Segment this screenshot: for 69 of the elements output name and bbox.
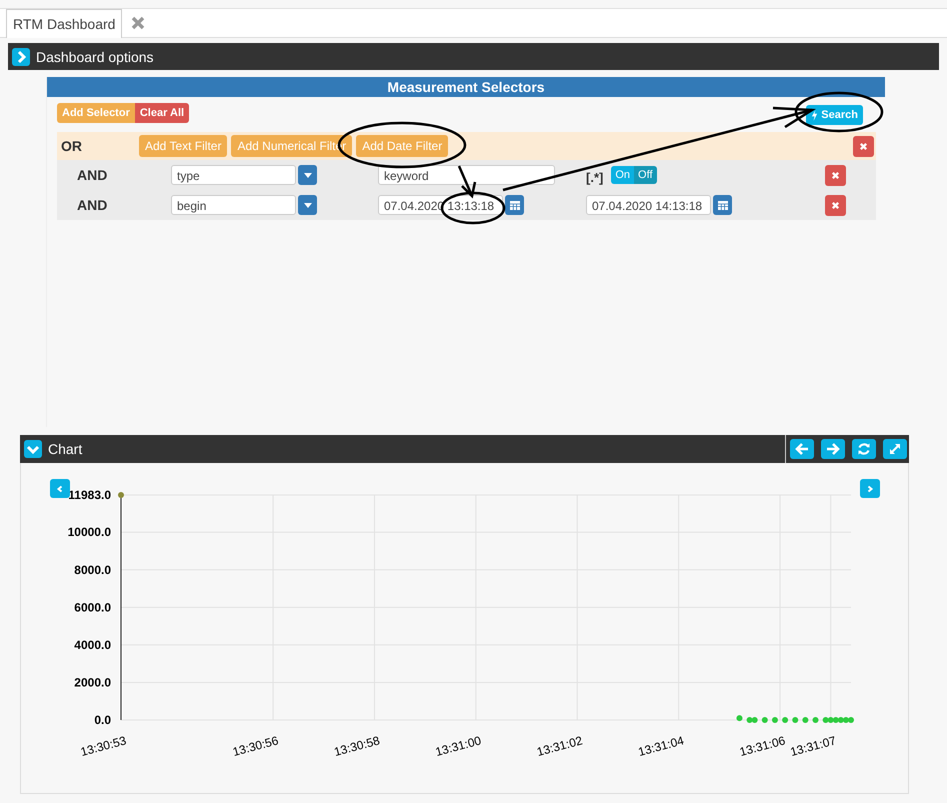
fullscreen-button[interactable] (883, 439, 907, 459)
y-tick-label: 2000.0 (74, 675, 111, 690)
tab[interactable]: RTM Dashboard (6, 8, 122, 38)
x-tick-label: 13:31:07 (788, 733, 838, 759)
dropdown-button[interactable] (298, 165, 317, 185)
collapse-icon[interactable] (24, 440, 42, 458)
chevron-left-icon (56, 484, 64, 492)
x-tick-label: 13:30:58 (332, 733, 382, 759)
data-point (802, 717, 808, 723)
section-title: Measurement Selectors (47, 77, 885, 97)
calendar-icon (510, 200, 520, 210)
x-tick-label: 13:31:04 (636, 733, 686, 759)
data-point (762, 717, 768, 723)
operator-label: OR (61, 138, 81, 154)
refresh-icon (857, 442, 871, 456)
previous-button[interactable] (50, 479, 70, 498)
calendar-icon (718, 200, 728, 210)
delete-button[interactable] (825, 194, 846, 216)
regex-label: [.*] (586, 170, 604, 185)
x-tick-label: 13:30:53 (79, 733, 128, 759)
calendar-button[interactable] (713, 195, 732, 215)
arrow-left-button[interactable] (790, 439, 814, 459)
close-icon[interactable] (130, 15, 146, 31)
y-tick-label: 6000.0 (74, 600, 111, 614)
data-point (736, 715, 742, 722)
panel-title: Chart (48, 441, 82, 457)
next-button[interactable] (860, 479, 880, 498)
expand-icon[interactable] (12, 48, 30, 66)
close-icon (831, 170, 840, 180)
operator-label: AND (77, 197, 108, 213)
close-icon (831, 200, 840, 210)
data-point (782, 717, 788, 723)
x-tick-label: 13:31:02 (535, 733, 584, 759)
operator-label: AND (77, 167, 108, 183)
data-point (118, 492, 124, 498)
arrow (458, 166, 476, 198)
panel-header[interactable]: Chart (20, 435, 909, 463)
caret-icon (304, 172, 312, 178)
clear-all-button[interactable]: Clear All (134, 103, 190, 123)
dropdown-button[interactable] (298, 195, 317, 215)
close-icon (859, 142, 868, 150)
delete-button[interactable] (853, 136, 874, 156)
data-point (792, 717, 798, 723)
calendar-button[interactable] (505, 195, 524, 215)
delete-button[interactable] (825, 164, 846, 186)
x-tick-label: 13:31:00 (434, 733, 483, 759)
refresh-button[interactable] (852, 439, 876, 459)
data-point (812, 717, 819, 723)
panel-title: Dashboard options (36, 48, 154, 64)
panel-header[interactable]: Dashboard options (8, 43, 939, 70)
arrow-right-button[interactable] (821, 439, 845, 459)
y-tick-label: 0.0 (94, 713, 111, 727)
y-tick-label: 8000.0 (74, 562, 111, 577)
field-select[interactable]: type (171, 165, 296, 185)
y-tick-label: 11983.0 (68, 488, 111, 502)
date-field[interactable]: 07.04.2020 14:13:18 (586, 195, 711, 215)
x-tick-label: 13:30:56 (231, 733, 280, 759)
arrow-right-icon (826, 442, 840, 456)
arrow-left-icon (795, 442, 809, 456)
field-select[interactable]: begin (171, 195, 296, 215)
data-point (772, 717, 778, 723)
y-tick-label: 4000.0 (74, 638, 111, 652)
value-field[interactable]: keyword (378, 165, 555, 185)
x-tick-label: 13:31:06 (738, 733, 787, 759)
chevron-right-icon (866, 484, 874, 492)
expand-arrows-icon (888, 442, 902, 456)
y-tick-label: 10000.0 (68, 525, 111, 540)
lightning-icon (811, 110, 818, 120)
caret-icon (304, 202, 312, 208)
